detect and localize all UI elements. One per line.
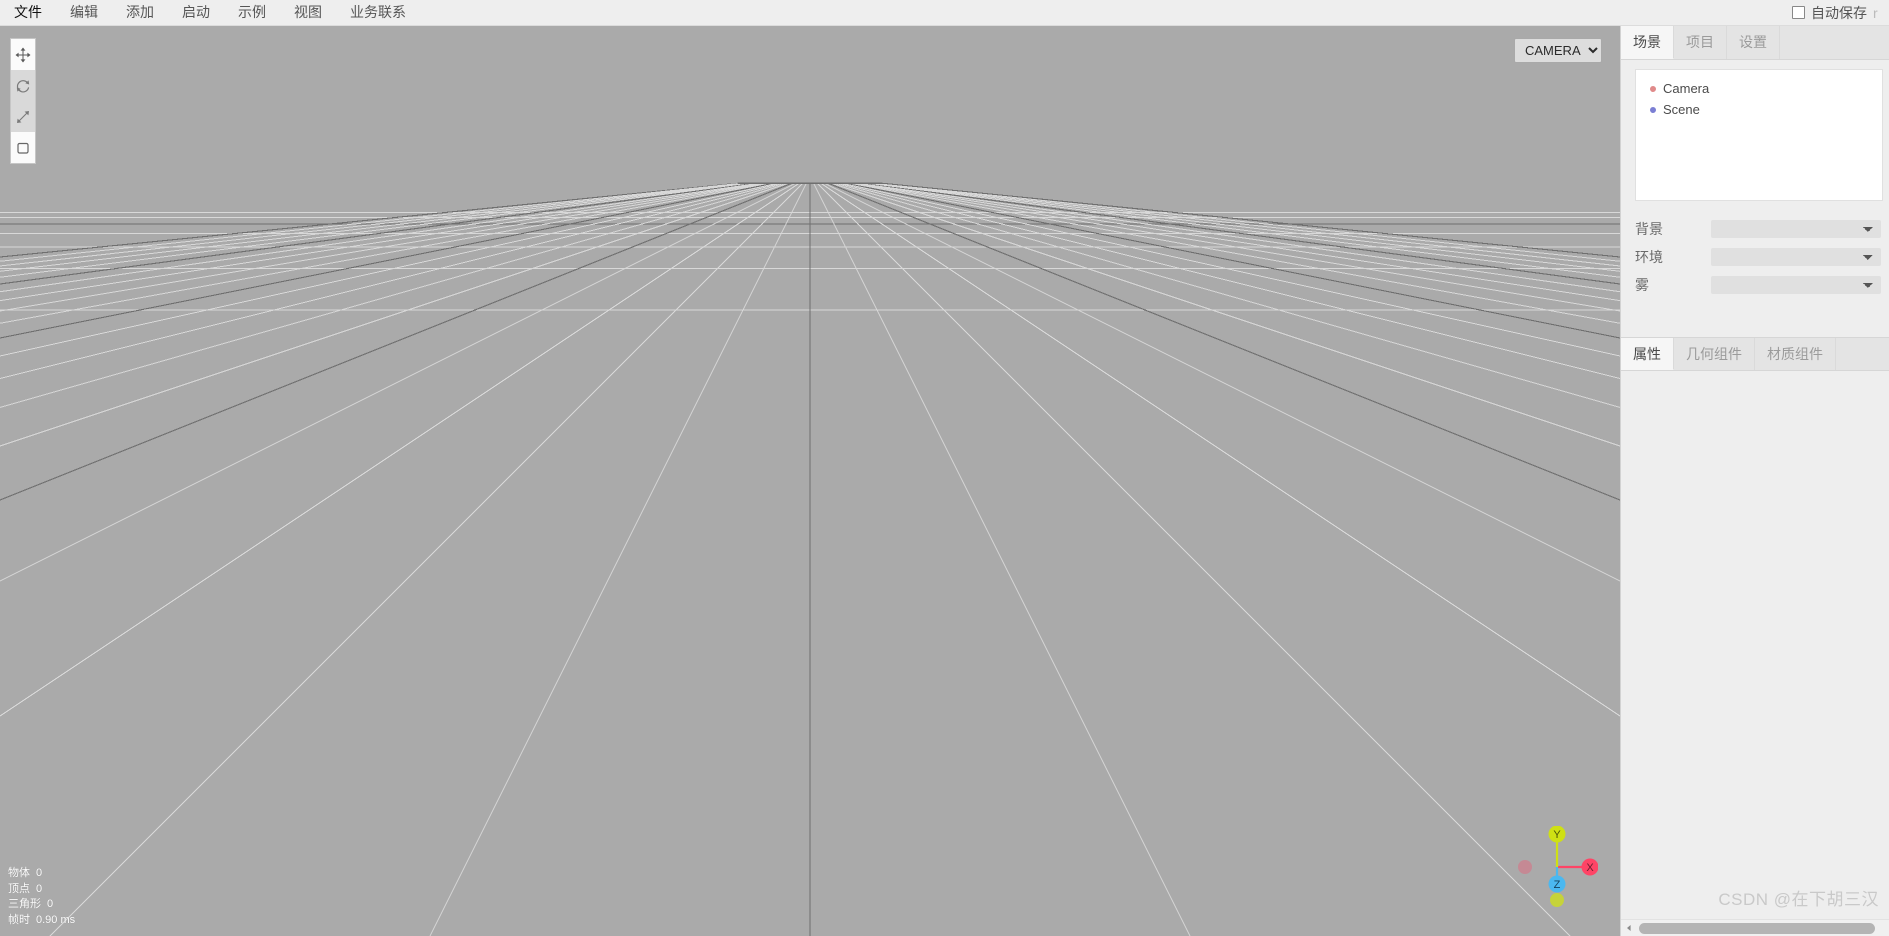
- outliner-dot-icon: [1650, 106, 1656, 113]
- stat-vertices: 顶点 0: [8, 882, 75, 898]
- menu-edit[interactable]: 编辑: [56, 0, 112, 25]
- menu-examples[interactable]: 示例: [224, 0, 280, 25]
- scrollbar-track[interactable]: [1637, 920, 1889, 936]
- menu-file[interactable]: 文件: [0, 0, 56, 25]
- transform-rotate-button[interactable]: [11, 70, 35, 101]
- stat-frametime: 帧时 0.90 ms: [8, 913, 75, 929]
- stat-objects-label: 物体: [8, 867, 30, 879]
- tab-object-properties[interactable]: 属性: [1621, 338, 1674, 370]
- stat-triangles-value: 0: [47, 898, 54, 910]
- right-sidebar: 场景 项目 设置 Camera Scene 背景 环境 雾 属性 几何组件 材质…: [1620, 26, 1889, 936]
- stat-frametime-label: 帧时: [8, 913, 30, 926]
- watermark: CSDN @在下胡三汉: [1718, 890, 1879, 909]
- menu-view[interactable]: 视图: [280, 0, 336, 25]
- rotate-icon: [16, 79, 30, 93]
- property-row-background: 背景: [1635, 215, 1881, 243]
- object-tabstrip: 属性 几何组件 材质组件: [1621, 337, 1889, 371]
- outliner-dot-icon: [1650, 85, 1656, 92]
- scrollbar-thumb[interactable]: [1639, 922, 1875, 934]
- gizmo-y-label: Y: [1553, 829, 1561, 841]
- stat-triangles: 三角形 0: [8, 897, 75, 913]
- viewport-3d[interactable]: CAMERA 物体 0 顶点 0 三角形 0 帧时 0.90 ms X Y Z: [0, 26, 1620, 936]
- stat-objects: 物体 0: [8, 866, 75, 882]
- gizmo-axis-y-negative[interactable]: [1550, 893, 1564, 907]
- transform-space-button[interactable]: [11, 132, 35, 163]
- environment-select[interactable]: [1711, 248, 1881, 266]
- stat-vertices-value: 0: [36, 882, 43, 895]
- background-label: 背景: [1635, 221, 1663, 237]
- stat-frametime-value: 0.90 ms: [36, 913, 76, 926]
- transform-scale-button[interactable]: [11, 101, 35, 132]
- tab-scene[interactable]: 场景: [1621, 26, 1674, 59]
- camera-select[interactable]: CAMERA: [1514, 38, 1602, 63]
- viewport-stats: 物体 0 顶点 0 三角形 0 帧时 0.90 ms: [8, 866, 75, 928]
- autosave-checkbox[interactable]: [1792, 6, 1805, 19]
- background-select[interactable]: [1711, 220, 1881, 238]
- gizmo-z-label: Z: [1554, 879, 1561, 891]
- camera-selector[interactable]: CAMERA: [1514, 38, 1602, 63]
- outliner-item-label: Camera: [1663, 81, 1710, 96]
- transform-translate-button[interactable]: [11, 39, 35, 70]
- stat-objects-value: 0: [36, 867, 43, 879]
- tab-geometry[interactable]: 几何组件: [1674, 338, 1755, 370]
- fog-select[interactable]: [1711, 276, 1881, 294]
- autosave-control[interactable]: 自动保存 r: [1792, 3, 1889, 23]
- outliner-item-camera[interactable]: Camera: [1636, 78, 1882, 99]
- tab-settings[interactable]: 设置: [1727, 26, 1780, 59]
- viewport-grid: [0, 182, 1620, 936]
- environment-label: 环境: [1635, 249, 1663, 265]
- gizmo-x-label: X: [1586, 862, 1594, 874]
- outliner-item-label: Scene: [1663, 102, 1700, 117]
- menu-contact[interactable]: 业务联系: [336, 0, 420, 25]
- property-row-environment: 环境: [1635, 243, 1881, 271]
- stat-vertices-label: 顶点: [8, 882, 30, 895]
- tab-project[interactable]: 项目: [1674, 26, 1727, 59]
- object-tabstrip-filler: [1836, 338, 1889, 370]
- scene-properties: 背景 环境 雾: [1621, 201, 1889, 299]
- horizontal-scrollbar[interactable]: [1621, 919, 1889, 936]
- fog-label: 雾: [1635, 277, 1649, 293]
- sidebar-tabstrip: 场景 项目 设置: [1621, 26, 1889, 60]
- object-properties-panel: [1621, 372, 1889, 918]
- property-row-fog: 雾: [1635, 271, 1881, 299]
- outliner-item-scene[interactable]: Scene: [1636, 99, 1882, 120]
- menu-play[interactable]: 启动: [168, 0, 224, 25]
- scale-icon: [17, 110, 29, 123]
- square-icon: [17, 142, 29, 154]
- menu-add[interactable]: 添加: [112, 0, 168, 25]
- scene-outliner[interactable]: Camera Scene: [1635, 69, 1883, 201]
- gizmo-axis-x-negative[interactable]: [1518, 860, 1532, 874]
- sidebar-tabstrip-filler: [1780, 26, 1889, 59]
- scroll-left-arrow-icon[interactable]: [1621, 920, 1637, 936]
- axis-gizmo[interactable]: X Y Z: [1516, 826, 1598, 908]
- autosave-label[interactable]: 自动保存: [1811, 3, 1867, 23]
- move-icon: [15, 47, 31, 62]
- menubar-overflow-text: r: [1873, 4, 1878, 21]
- stat-triangles-label: 三角形: [8, 898, 41, 910]
- tab-material[interactable]: 材质组件: [1755, 338, 1836, 370]
- transform-toolbar: [10, 38, 36, 164]
- menubar: 文件 编辑 添加 启动 示例 视图 业务联系 自动保存 r: [0, 0, 1889, 26]
